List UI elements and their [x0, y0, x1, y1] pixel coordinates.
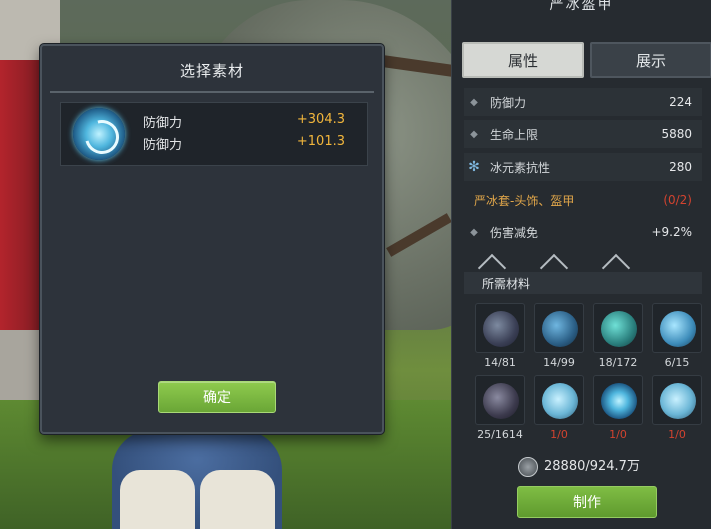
material-stat-name: 防御力 — [143, 116, 183, 131]
shadow-beetle-icon — [483, 383, 519, 419]
ice-bubble-icon — [542, 383, 578, 419]
dialog-title: 选择素材 — [179, 61, 244, 80]
attribute-value: 280 — [669, 160, 692, 174]
material-slot[interactable] — [475, 375, 525, 425]
material-count: 18/172 — [598, 356, 638, 369]
material-count: 1/0 — [668, 428, 686, 441]
attribute-row-hp: ◆ 生命上限 5880 — [464, 120, 702, 148]
material-count: 1/0 — [609, 428, 627, 441]
frost-ore-icon — [660, 311, 696, 347]
material-slot[interactable] — [593, 375, 643, 425]
armor-panel: 严冰盔甲 属性 展示 ◆ 防御力 224 ◆ 生命上限 5880 ✻ 冰元素抗性… — [451, 0, 711, 529]
coin-cost: 28880/924.7万 — [544, 459, 640, 474]
character-boot — [120, 470, 195, 529]
crystal-shard-icon — [601, 311, 637, 347]
ice-element-icon: ✻ — [468, 159, 480, 175]
ice-bubble-icon — [660, 383, 696, 419]
attribute-value: +9.2% — [651, 225, 692, 239]
material-count: 25/1614 — [477, 428, 523, 441]
material-slot[interactable] — [534, 375, 584, 425]
chevron-up-icon — [474, 254, 514, 270]
material-stat-value: +101.3 — [296, 134, 345, 149]
confirm-button[interactable]: 确定 — [158, 381, 276, 413]
attribute-row-defense: ◆ 防御力 224 — [464, 88, 702, 116]
character-boot — [200, 470, 275, 529]
coin-icon — [518, 457, 538, 477]
tab-showcase[interactable]: 展示 — [590, 42, 711, 78]
ice-orb-icon — [73, 108, 125, 160]
attribute-value: 5880 — [661, 127, 692, 141]
set-bonus-progress: (0/2) — [663, 193, 692, 207]
material-count: 14/81 — [484, 356, 516, 369]
material-stat-value: +304.3 — [296, 112, 345, 127]
dark-claw-icon — [483, 311, 519, 347]
attribute-value: 224 — [669, 95, 692, 109]
set-bonus-name: 严冰套-头饰、盔甲 — [474, 193, 575, 208]
attribute-row-damage-reduction: ◆ 伤害减免 +9.2% — [464, 218, 702, 246]
material-entry[interactable]: 防御力 +304.3 防御力 +101.3 — [60, 102, 368, 166]
diamond-bullet-icon: ◆ — [470, 226, 478, 238]
tab-attributes[interactable]: 属性 — [462, 42, 584, 78]
chevron-up-icon — [536, 254, 576, 270]
attribute-name: 冰元素抗性 — [490, 160, 551, 175]
diamond-bullet-icon: ◆ — [470, 128, 478, 140]
craft-button[interactable]: 制作 — [517, 486, 657, 518]
set-bonus-row: 严冰套-头饰、盔甲 (0/2) — [464, 186, 702, 214]
material-slot[interactable] — [652, 303, 702, 353]
chevron-up-icon — [598, 254, 638, 270]
dialog-divider — [50, 91, 374, 93]
material-stat-name: 防御力 — [143, 138, 183, 153]
select-material-dialog: 选择素材 防御力 +304.3 防御力 +101.3 确定 — [40, 44, 384, 434]
materials-header: 所需材料 — [464, 272, 702, 294]
material-slot[interactable] — [652, 375, 702, 425]
attribute-row-ice-resist: ✻ 冰元素抗性 280 — [464, 153, 702, 181]
material-count: 1/0 — [550, 428, 568, 441]
attribute-name: 伤害减免 — [490, 225, 539, 240]
ice-orb-icon — [601, 383, 637, 419]
armor-title: 严冰盔甲 — [549, 0, 614, 13]
material-count: 14/99 — [543, 356, 575, 369]
material-slot[interactable] — [534, 303, 584, 353]
material-slot[interactable] — [593, 303, 643, 353]
blue-fang-icon — [542, 311, 578, 347]
attribute-name: 防御力 — [490, 95, 527, 110]
material-slot[interactable] — [475, 303, 525, 353]
material-count: 6/15 — [664, 356, 690, 369]
attribute-name: 生命上限 — [490, 127, 539, 142]
diamond-bullet-icon: ◆ — [470, 96, 478, 108]
